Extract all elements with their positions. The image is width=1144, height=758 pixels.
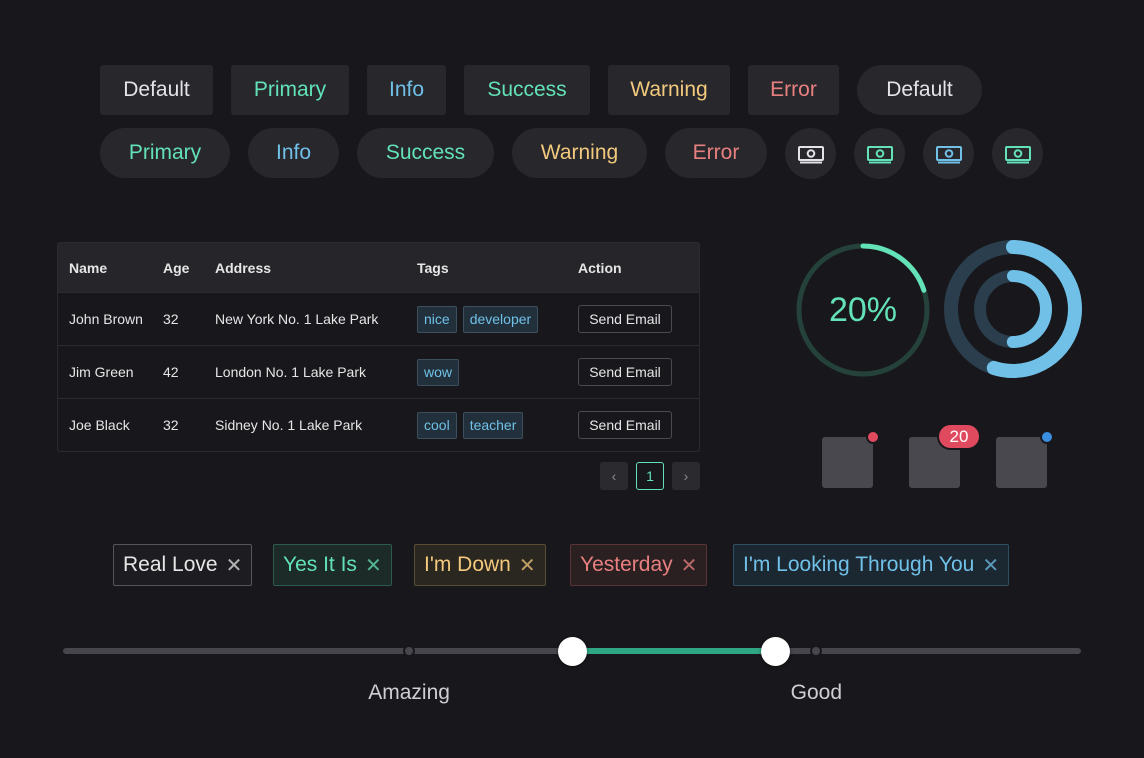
cell-age: 32 (163, 417, 179, 433)
cell-age: 42 (163, 364, 179, 380)
error-round-button[interactable]: Error (665, 128, 767, 178)
default-button[interactable]: Default (100, 65, 213, 115)
tag-yes-it-is: Yes It Is ✕ (273, 544, 392, 586)
cell-age: 32 (163, 311, 179, 327)
slider-handle-end[interactable] (761, 637, 791, 666)
multi-circle-progress (944, 240, 1082, 378)
slider-mark-amazing (403, 645, 416, 657)
slider-mark-good (810, 645, 823, 657)
header-tags: Tags (417, 259, 449, 276)
success-button[interactable]: Success (464, 65, 590, 115)
send-email-button[interactable]: Send Email (578, 411, 672, 439)
table-row: Joe Black 32 Sidney No. 1 Lake Park cool… (58, 398, 699, 451)
tag-label: Real Love (123, 553, 218, 576)
cell-address: London No. 1 Lake Park (215, 364, 366, 380)
tag-label: Yesterday (580, 553, 673, 576)
tag-im-looking-through-you: I'm Looking Through You ✕ (733, 544, 1010, 586)
warning-round-button[interactable]: Warning (512, 128, 647, 178)
cell-tags: nice developer (417, 305, 578, 333)
pagination-prev-button[interactable]: ‹ (600, 462, 628, 490)
tag-label: I'm Down (424, 553, 511, 576)
table-row: John Brown 32 New York No. 1 Lake Park n… (58, 292, 699, 345)
slider-mark-label: Good (790, 681, 842, 704)
money-icon (1004, 145, 1031, 163)
cell-address: Sidney No. 1 Lake Park (215, 417, 363, 433)
cell-action: Send Email (578, 411, 699, 439)
table-row: Jim Green 42 London No. 1 Lake Park wow … (58, 345, 699, 398)
primary-button[interactable]: Primary (231, 65, 349, 115)
tag: nice (417, 305, 457, 333)
cell-tags: cool teacher (417, 411, 578, 439)
cell-address: New York No. 1 Lake Park (215, 311, 379, 327)
slider-handle-start[interactable] (557, 637, 587, 666)
circle-progress-label: 20% (828, 290, 898, 329)
close-icon[interactable]: ✕ (226, 553, 243, 578)
tag: teacher (462, 411, 524, 439)
info-round-button[interactable]: Info (248, 128, 339, 178)
send-email-button[interactable]: Send Email (578, 358, 672, 386)
money-icon (797, 145, 824, 163)
header-action: Action (578, 259, 622, 276)
primary-round-button[interactable]: Primary (100, 128, 230, 178)
close-icon[interactable]: ✕ (519, 553, 536, 578)
cell-tags: wow (417, 358, 578, 386)
success-round-button[interactable]: Success (357, 128, 494, 178)
tag-label: I'm Looking Through You (743, 553, 975, 576)
count-badge: 20 (937, 423, 981, 450)
money-icon (866, 145, 893, 163)
data-table: Name Age Address Tags Action John Brown … (57, 242, 700, 452)
money-icon-button-default[interactable] (785, 128, 836, 179)
tag-im-down: I'm Down ✕ (414, 544, 546, 586)
money-icon-button-info[interactable] (923, 128, 974, 179)
close-icon[interactable]: ✕ (681, 553, 698, 578)
pagination-next-button[interactable]: › (672, 462, 700, 490)
tag-yesterday: Yesterday ✕ (570, 544, 708, 586)
tag-real-love: Real Love ✕ (113, 544, 253, 586)
table-header: Name Age Address Tags Action (58, 243, 699, 292)
close-icon[interactable]: ✕ (365, 553, 382, 578)
pagination-page-1[interactable]: 1 (636, 462, 664, 490)
red-dot-badge (866, 430, 880, 444)
cell-name: Joe Black (69, 417, 130, 433)
cell-action: Send Email (578, 305, 699, 333)
tag-label: Yes It Is (283, 553, 357, 576)
cell-action: Send Email (578, 358, 699, 386)
badge-avatar-dot-red (822, 437, 873, 488)
header-name: Name (69, 259, 108, 276)
money-icon-button-success[interactable] (992, 128, 1043, 179)
send-email-button[interactable]: Send Email (578, 305, 672, 333)
slider-mark-label: Amazing (368, 681, 450, 704)
tag: developer (462, 305, 539, 333)
info-button[interactable]: Info (367, 65, 446, 115)
badge-avatar-dot-blue (996, 437, 1047, 488)
tag: wow (417, 358, 460, 386)
money-icon (935, 145, 962, 163)
default-round-button[interactable]: Default (857, 65, 982, 115)
header-age: Age (163, 259, 190, 276)
slider-fill (572, 648, 776, 654)
blue-dot-badge (1040, 430, 1054, 444)
cell-name: John Brown (69, 311, 143, 327)
error-button[interactable]: Error (748, 65, 839, 115)
warning-button[interactable]: Warning (608, 65, 730, 115)
tag: cool (417, 411, 457, 439)
header-address: Address (215, 259, 272, 276)
close-icon[interactable]: ✕ (982, 553, 999, 578)
cell-name: Jim Green (69, 364, 134, 380)
money-icon-button-primary[interactable] (854, 128, 905, 179)
